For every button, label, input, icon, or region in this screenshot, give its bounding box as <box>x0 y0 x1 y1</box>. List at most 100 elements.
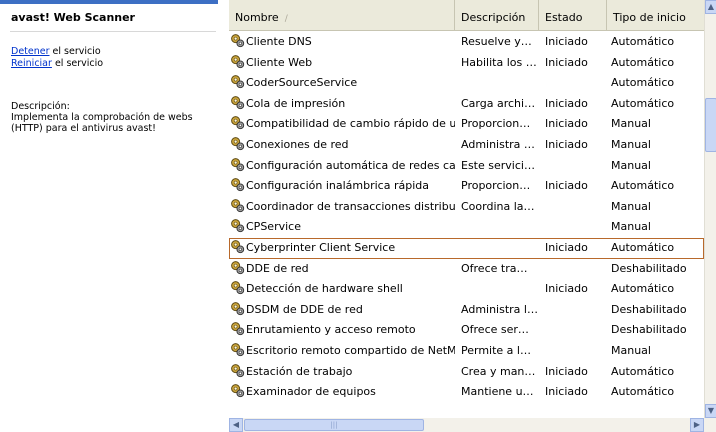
cell-description <box>461 238 543 259</box>
cell-description-text: Administra … <box>461 137 535 151</box>
cell-name: Cola de impresión <box>229 94 455 115</box>
cell-startup-text: Automático <box>611 76 675 90</box>
scroll-right-button[interactable]: ▶ <box>690 418 704 432</box>
cell-startup: Manual <box>611 341 703 362</box>
stop-service-link[interactable]: Detener <box>11 46 50 57</box>
table-row[interactable]: Examinador de equipos Mantiene u… Iniciado… <box>229 382 704 403</box>
cell-name-text: Enrutamiento y acceso remoto <box>246 323 416 337</box>
table-row[interactable]: Enrutamiento y acceso remoto Ofrece ser… D… <box>229 320 704 341</box>
column-header-bar: Nombre ∕ Descripción Estado Tipo de inici… <box>229 0 704 31</box>
cell-status <box>545 341 613 362</box>
cell-name: Configuración automática de redes ca… <box>229 156 455 177</box>
cell-status: Iniciado <box>545 382 613 403</box>
cell-startup: Manual <box>611 114 703 135</box>
cell-name-text: Cyberprinter Client Service <box>246 240 396 254</box>
cell-status: Iniciado <box>545 94 613 115</box>
table-row[interactable]: DSDM de DDE de red Administra l… Deshabili… <box>229 300 704 321</box>
cell-name: DSDM de DDE de red <box>229 300 455 321</box>
vertical-scrollbar[interactable]: ▲ ▼ <box>704 0 716 418</box>
cell-startup: Manual <box>611 156 703 177</box>
cell-name-text: Estación de trabajo <box>246 364 353 378</box>
gear-service-icon <box>230 260 245 275</box>
details-pane: avast! Web Scanner Detener el servicio R… <box>0 0 218 432</box>
cell-status <box>545 300 613 321</box>
scroll-down-button[interactable]: ▼ <box>705 404 716 418</box>
cell-name-text: Cliente Web <box>246 55 313 69</box>
cell-startup-text: Automático <box>611 282 675 296</box>
cell-startup: Automático <box>611 53 703 74</box>
cell-description <box>461 73 543 94</box>
sort-up-icon: ∕ <box>284 14 288 24</box>
cell-startup-text: Manual <box>611 343 651 357</box>
cell-name: DDE de red <box>229 259 455 280</box>
cell-description-text: Habilita los … <box>461 55 537 69</box>
cell-description: Mantiene u… <box>461 382 543 403</box>
table-row[interactable]: CoderSourceService Automático <box>229 73 704 94</box>
cell-description-text: Este servici… <box>461 158 535 172</box>
cell-status <box>545 320 613 341</box>
gear-service-icon <box>230 74 245 89</box>
table-row[interactable]: Detección de hardware shell Iniciado Autom… <box>229 279 704 300</box>
cell-status: Iniciado <box>545 135 613 156</box>
cell-status: Iniciado <box>545 176 613 197</box>
cell-name-text: Escritorio remoto compartido de NetMe… <box>246 343 455 357</box>
cell-description-text: Coordina la… <box>461 199 535 213</box>
table-row[interactable]: Configuración inalámbrica rápida Proporci… <box>229 176 704 197</box>
cell-description-text: Ofrece ser… <box>461 323 529 337</box>
gear-service-icon <box>230 136 245 151</box>
restart-service-link[interactable]: Reiniciar <box>11 58 52 69</box>
cell-startup-text: Automático <box>611 35 675 48</box>
vertical-scroll-thumb[interactable] <box>705 98 716 152</box>
gear-service-icon <box>230 54 245 69</box>
scroll-left-button[interactable]: ◀ <box>229 418 243 432</box>
table-row[interactable]: Configuración automática de redes ca… Est… <box>229 156 704 177</box>
cell-startup: Automático <box>611 94 703 115</box>
table-row[interactable]: Cyberprinter Client Service Iniciado Autom… <box>229 237 704 259</box>
cell-startup-text: Manual <box>611 220 651 234</box>
cell-name-text: CPService <box>246 220 301 234</box>
cell-description: Coordina la… <box>461 197 543 218</box>
cell-startup: Automático <box>611 238 703 259</box>
cell-description-text: Proporcion… <box>461 179 531 193</box>
table-row[interactable]: CPService Manual <box>229 217 704 238</box>
table-row[interactable]: Escritorio remoto compartido de NetMe… Pe… <box>229 341 704 362</box>
table-row[interactable]: Coordinador de transacciones distribui… C… <box>229 197 704 218</box>
cell-startup-text: Automático <box>611 364 675 378</box>
table-row[interactable]: DDE de red Ofrece tra… Deshabilitado <box>229 259 704 280</box>
column-header-startup[interactable]: Tipo de inicio <box>607 0 704 30</box>
cell-startup-text: Manual <box>611 199 651 213</box>
column-header-name[interactable]: Nombre ∕ <box>229 0 455 30</box>
service-title: avast! Web Scanner <box>11 11 135 24</box>
cell-startup-text: Deshabilitado <box>611 302 687 316</box>
cell-name: Examinador de equipos <box>229 382 455 403</box>
cell-startup-text: Manual <box>611 117 651 131</box>
column-header-description[interactable]: Descripción <box>455 0 539 30</box>
table-row[interactable]: Cliente Web Habilita los … Iniciado Automát… <box>229 53 704 74</box>
gear-service-icon <box>230 33 245 48</box>
table-row[interactable]: Conexiones de red Administra … Iniciado Man… <box>229 135 704 156</box>
table-row[interactable]: Estación de trabajo Crea y man… Iniciado Au… <box>229 362 704 383</box>
horizontal-scrollbar[interactable]: ◀ ||| ▶ <box>229 418 716 432</box>
gear-service-icon <box>230 280 245 295</box>
cell-startup-text: Deshabilitado <box>611 261 687 275</box>
table-row[interactable]: Cola de impresión Carga archi… Iniciado Aut… <box>229 94 704 115</box>
gear-service-icon <box>230 95 245 110</box>
scroll-up-button[interactable]: ▲ <box>705 0 716 14</box>
table-row[interactable]: Cliente DNS Resuelve y… Iniciado Automático <box>229 32 704 53</box>
cell-startup: Automático <box>611 73 703 94</box>
details-header: avast! Web Scanner <box>0 0 218 30</box>
column-header-status[interactable]: Estado <box>539 0 607 30</box>
cell-name-text: Examinador de equipos <box>246 385 376 399</box>
gear-service-icon <box>230 342 245 357</box>
cell-status: Iniciado <box>545 32 613 53</box>
divider <box>10 31 216 32</box>
cell-description: Proporcion… <box>461 114 543 135</box>
cell-status-text: Iniciado <box>545 385 588 399</box>
cell-status-text: Iniciado <box>545 240 588 254</box>
gear-service-icon <box>230 157 245 172</box>
gear-service-icon <box>230 177 245 192</box>
horizontal-scroll-thumb[interactable]: ||| <box>244 419 424 431</box>
column-header-name-label: Nombre <box>235 11 279 24</box>
table-row[interactable]: Compatibilidad de cambio rápido de us… Pr… <box>229 114 704 135</box>
cell-startup-text: Manual <box>611 158 651 172</box>
